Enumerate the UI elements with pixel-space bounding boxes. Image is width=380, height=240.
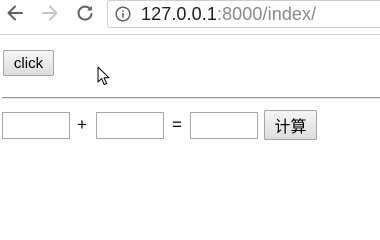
url-text[interactable]: 127.0.0.1:8000/index/ [141,4,316,24]
back-button[interactable] [3,3,27,27]
mouse-pointer-icon [97,66,111,86]
toolbar-divider [0,34,380,35]
horizontal-rule [2,97,380,99]
browser-toolbar: 127.0.0.1:8000/index/ [0,0,380,30]
plus-sign: + [77,115,87,134]
reload-icon [75,3,95,28]
click-button[interactable]: click [3,50,54,76]
operand-a-input[interactable] [2,112,70,139]
reload-button[interactable] [73,3,97,27]
result-input[interactable] [190,112,258,139]
url-path: :8000/index/ [216,4,317,24]
equals-sign: = [172,115,182,134]
url-host: 127.0.0.1 [141,4,217,24]
operand-b-input[interactable] [96,112,164,139]
calculate-button[interactable]: 计算 [264,110,317,140]
arrow-left-icon [5,3,25,28]
info-circle-icon[interactable] [115,6,131,22]
address-bar[interactable]: 127.0.0.1:8000/index/ [107,0,380,28]
forward-button[interactable] [38,3,62,27]
arrow-right-icon [40,3,60,28]
